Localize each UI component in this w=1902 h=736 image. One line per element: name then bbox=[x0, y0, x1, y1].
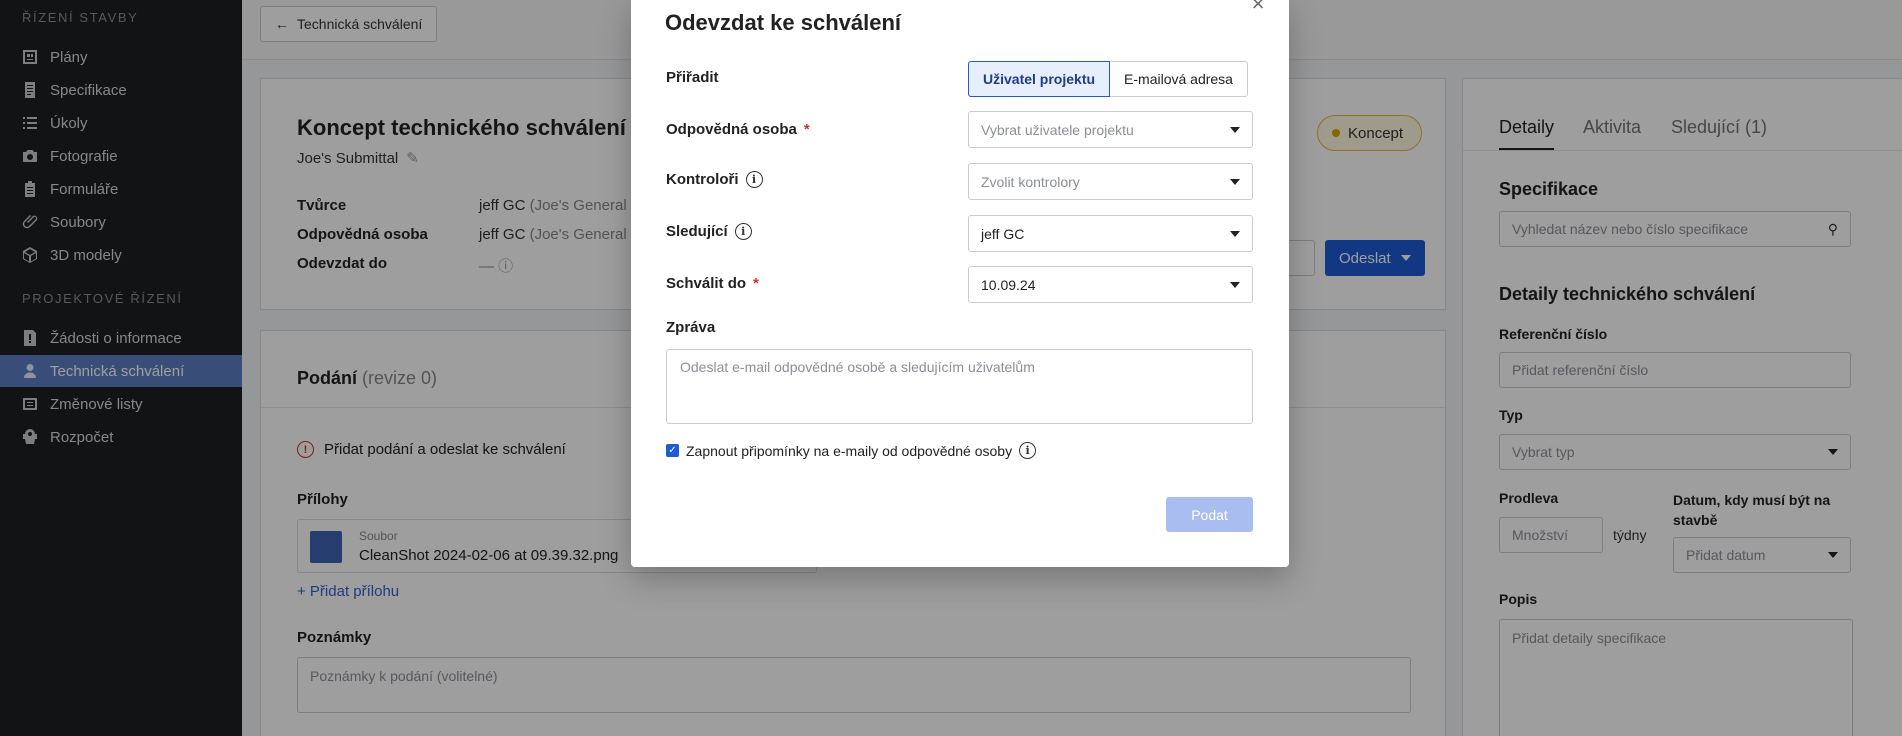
chevron-down-icon bbox=[1230, 230, 1240, 237]
watchers-select[interactable]: jeff GC bbox=[968, 215, 1253, 252]
assign-toggle: Uživatel projektu E-mailová adresa bbox=[968, 61, 1248, 97]
responsible-label: Odpovědná osoba * bbox=[666, 121, 810, 138]
reviewers-select[interactable]: Zvolit kontrolory bbox=[968, 163, 1253, 200]
reviewers-label: Kontroloři i bbox=[666, 171, 763, 188]
assign-option-email[interactable]: E-mailová adresa bbox=[1110, 61, 1248, 97]
chevron-down-icon bbox=[1230, 281, 1240, 288]
required-marker: * bbox=[803, 121, 810, 138]
submit-for-approval-dialog: Odevzdat ke schválení × Přiřadit Uživate… bbox=[631, 0, 1289, 567]
responsible-select[interactable]: Vybrat uživatele projektu bbox=[968, 111, 1253, 148]
approve-by-date-select[interactable]: 10.09.24 bbox=[968, 266, 1253, 303]
dialog-title: Odevzdat ke schválení bbox=[665, 10, 901, 35]
chevron-down-icon bbox=[1230, 126, 1240, 133]
watchers-label: Sledující i bbox=[666, 223, 752, 240]
submit-button[interactable]: Podat bbox=[1166, 497, 1253, 532]
reminder-checkbox[interactable]: ✓ bbox=[666, 444, 679, 457]
close-icon[interactable]: × bbox=[1248, 0, 1268, 16]
message-label: Zpráva bbox=[666, 319, 716, 336]
assign-option-project-user[interactable]: Uživatel projektu bbox=[968, 61, 1111, 97]
approve-by-label: Schválit do * bbox=[666, 275, 759, 292]
assign-label: Přiřadit bbox=[666, 69, 719, 86]
reminder-checkbox-row: ✓ Zapnout připomínky na e-maily od odpov… bbox=[666, 442, 1037, 459]
message-textarea[interactable]: Odeslat e-mail odpovědné osobě a sledují… bbox=[666, 349, 1253, 424]
info-icon[interactable]: i bbox=[745, 171, 763, 188]
required-marker: * bbox=[753, 275, 759, 292]
info-icon[interactable]: i bbox=[734, 223, 752, 240]
reminder-label: Zapnout připomínky na e-maily od odpověd… bbox=[686, 442, 1013, 459]
info-icon[interactable]: i bbox=[1019, 442, 1037, 459]
chevron-down-icon bbox=[1230, 178, 1240, 185]
